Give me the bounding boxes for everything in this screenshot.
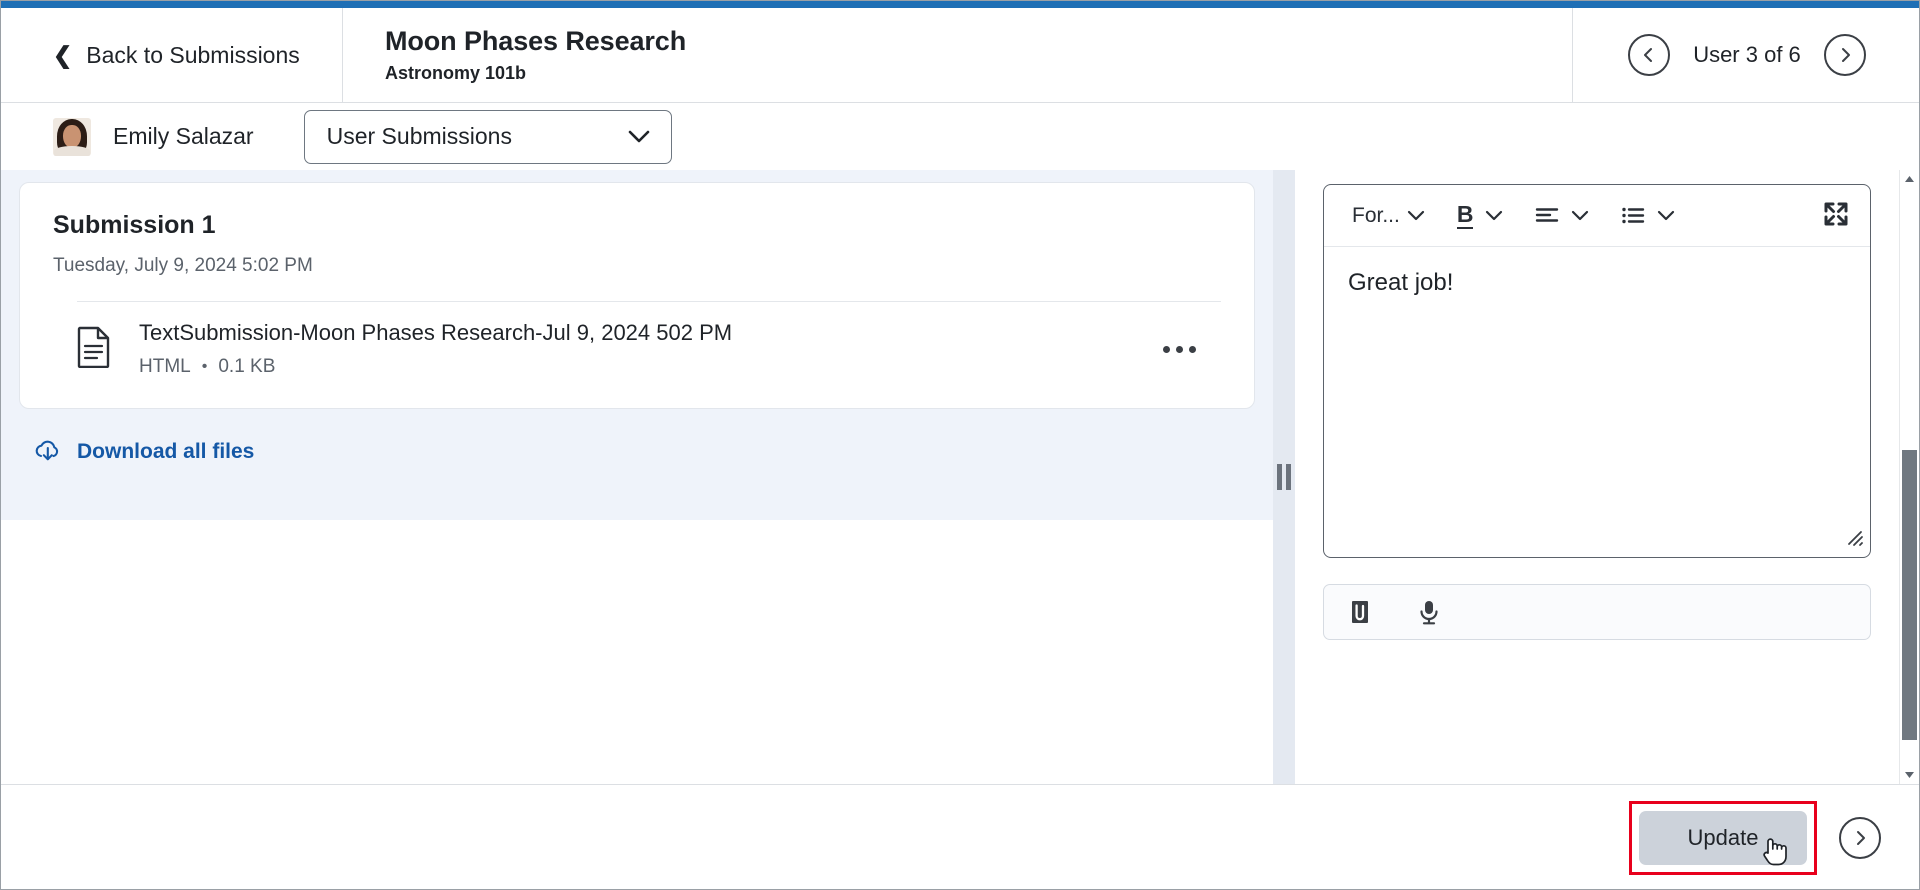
format-dropdown-label: For... <box>1352 203 1400 227</box>
avatar <box>53 117 91 156</box>
page-header: ❮ Back to Submissions Moon Phases Resear… <box>1 8 1919 103</box>
previous-user-button[interactable] <box>1628 34 1671 76</box>
file-name: TextSubmission-Moon Phases Research-Jul … <box>139 320 733 345</box>
footer-next-user-button[interactable] <box>1839 816 1881 859</box>
bold-dropdown-button[interactable]: B <box>1449 198 1512 232</box>
update-button-label: Update <box>1687 824 1759 850</box>
back-to-submissions-button[interactable]: ❮ Back to Submissions <box>53 42 300 69</box>
list-dropdown-button[interactable] <box>1613 202 1683 230</box>
editor-toolbar: For... B <box>1324 185 1870 247</box>
scrollbar-thumb[interactable] <box>1901 450 1917 740</box>
grading-application-window: ❮ Back to Submissions Moon Phases Resear… <box>0 0 1920 890</box>
submission-date: Tuesday, July 9, 2024 5:02 PM <box>53 255 313 276</box>
download-all-files-row[interactable]: Download all files <box>1 409 1273 465</box>
main-content-area: Submission 1 Tuesday, July 9, 2024 5:02 … <box>1 170 1919 784</box>
scroll-down-button[interactable] <box>1900 766 1919 784</box>
alignment-dropdown-button[interactable] <box>1527 202 1597 230</box>
attach-file-button[interactable] <box>1346 596 1376 628</box>
record-audio-button[interactable] <box>1414 596 1444 628</box>
page-title: Moon Phases Research <box>385 26 687 56</box>
user-navigation-cell: User 3 of 6 <box>1573 8 1919 102</box>
more-options-icon <box>1175 345 1183 353</box>
scrollbar-track[interactable] <box>1900 188 1919 766</box>
feedback-text: Great job! <box>1348 269 1454 296</box>
file-details: HTML • 0.1 KB <box>139 356 1153 378</box>
chevron-left-icon: ❮ <box>53 41 73 68</box>
microphone-icon <box>1420 601 1438 625</box>
chevron-down-icon <box>1486 210 1503 221</box>
submission-title: Submission 1 <box>53 211 216 239</box>
triangle-up-icon <box>1904 176 1914 182</box>
pointer-hand-cursor <box>1759 833 1789 873</box>
user-selection-bar: Emily Salazar User Submissions <box>1 103 1919 170</box>
document-icon <box>77 326 119 373</box>
file-metadata: TextSubmission-Moon Phases Research-Jul … <box>139 320 1153 378</box>
triangle-down-icon <box>1904 772 1914 778</box>
chevron-down-icon <box>1407 210 1424 221</box>
bold-icon: B <box>1456 201 1474 229</box>
editor-resize-handle[interactable] <box>1845 528 1865 553</box>
top-accent-bar <box>1 1 1919 8</box>
align-left-icon <box>1536 207 1559 222</box>
update-button[interactable]: Update <box>1639 810 1807 865</box>
chevron-down-icon <box>628 130 649 143</box>
more-options-icon <box>1188 345 1196 353</box>
fullscreen-expand-icon <box>1824 202 1848 226</box>
file-size: 0.1 KB <box>218 356 276 377</box>
chevron-right-icon <box>1857 830 1865 845</box>
paperclip-icon <box>1352 601 1368 623</box>
submission-panel: Submission 1 Tuesday, July 9, 2024 5:02 … <box>1 170 1273 784</box>
scroll-up-button[interactable] <box>1900 170 1919 188</box>
bullet-list-icon <box>1622 207 1645 223</box>
feedback-editor: For... B Great job! <box>1323 184 1871 558</box>
submission-panel-empty-area <box>1 520 1273 784</box>
submission-view-select[interactable]: User Submissions <box>303 109 672 164</box>
fullscreen-expand-button[interactable] <box>1819 197 1853 234</box>
chevron-down-icon <box>1572 210 1589 221</box>
format-dropdown-button[interactable]: For... <box>1344 200 1433 232</box>
splitter-grip-icon <box>1277 464 1291 490</box>
more-options-icon <box>1162 345 1170 353</box>
file-detail-separator: • <box>201 358 208 375</box>
user-name-label: Emily Salazar <box>113 123 254 149</box>
update-button-highlight: Update <box>1629 800 1817 875</box>
file-options-button[interactable] <box>1153 329 1205 369</box>
resize-grip-icon <box>1848 531 1863 546</box>
cloud-download-icon <box>35 440 59 461</box>
user-counter-label: User 3 of 6 <box>1693 42 1801 67</box>
feedback-attachment-bar <box>1323 584 1871 640</box>
submission-file-row[interactable]: TextSubmission-Moon Phases Research-Jul … <box>53 302 1221 384</box>
file-type: HTML <box>139 356 191 377</box>
submission-view-select-value: User Submissions <box>326 123 512 149</box>
panel-splitter-handle[interactable] <box>1273 170 1295 784</box>
avatar-shoulders <box>54 145 90 156</box>
avatar-face <box>63 124 81 148</box>
course-name: Astronomy 101b <box>385 63 527 83</box>
page-footer: Update <box>1 784 1919 889</box>
next-user-button[interactable] <box>1823 34 1866 76</box>
feedback-panel: For... B Great job! <box>1295 170 1919 784</box>
page-scrollbar[interactable] <box>1899 170 1918 784</box>
back-navigation-cell: ❮ Back to Submissions <box>1 8 343 102</box>
chevron-left-icon <box>1644 48 1653 62</box>
assignment-title-cell: Moon Phases Research Astronomy 101b <box>343 8 1573 102</box>
submission-card: Submission 1 Tuesday, July 9, 2024 5:02 … <box>19 182 1255 409</box>
chevron-down-icon <box>1658 210 1675 221</box>
download-all-files-link[interactable]: Download all files <box>77 440 254 464</box>
back-to-submissions-label: Back to Submissions <box>86 41 300 68</box>
chevron-right-icon <box>1841 48 1850 62</box>
feedback-text-area[interactable]: Great job! <box>1324 247 1870 557</box>
